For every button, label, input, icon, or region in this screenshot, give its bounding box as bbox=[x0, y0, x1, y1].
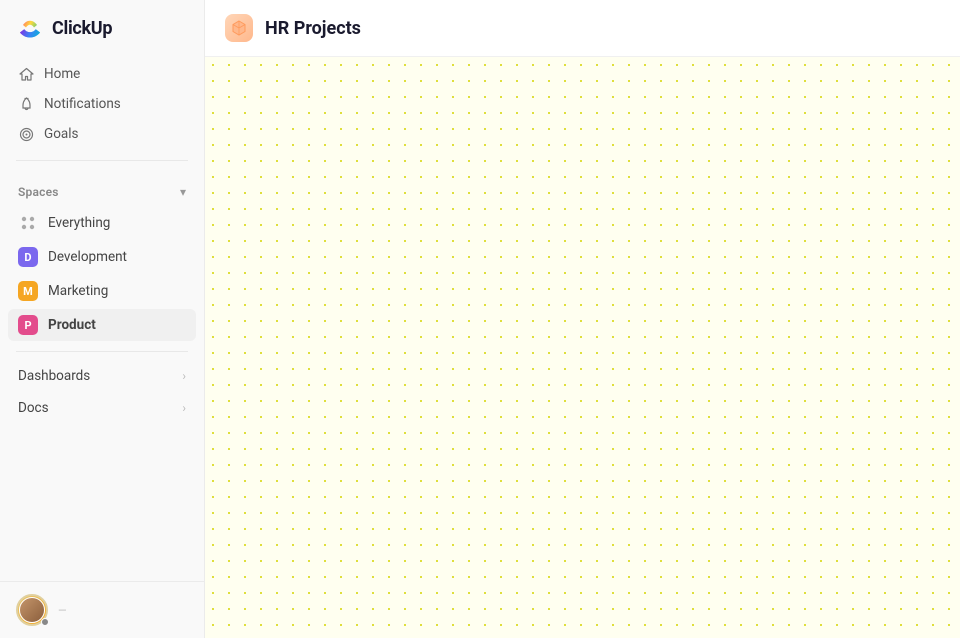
dashboards-chevron-icon: › bbox=[182, 369, 186, 383]
sidebar-item-notifications[interactable]: Notifications bbox=[8, 90, 196, 118]
bell-icon bbox=[18, 96, 34, 112]
main-body bbox=[205, 57, 960, 638]
divider-1 bbox=[16, 160, 188, 161]
sidebar-item-everything-label: Everything bbox=[48, 215, 110, 231]
sidebar-item-development[interactable]: D Development bbox=[8, 241, 196, 273]
page-icon bbox=[225, 14, 253, 42]
dashboards-label: Dashboards bbox=[18, 368, 90, 384]
sidebar-item-dashboards[interactable]: Dashboards › bbox=[0, 360, 204, 392]
home-icon bbox=[18, 66, 34, 82]
sidebar-item-marketing-label: Marketing bbox=[48, 283, 108, 299]
docs-chevron-icon: › bbox=[182, 401, 186, 415]
development-avatar: D bbox=[18, 247, 38, 267]
divider-2 bbox=[16, 351, 188, 352]
user-chevron-icon: — bbox=[58, 604, 67, 617]
page-title: HR Projects bbox=[265, 18, 361, 39]
main-content: HR Projects bbox=[205, 0, 960, 638]
sidebar-item-docs[interactable]: Docs › bbox=[0, 392, 204, 424]
sidebar-item-product[interactable]: P Product bbox=[8, 309, 196, 341]
spaces-chevron-icon: ▾ bbox=[180, 185, 186, 199]
spaces-label: Spaces bbox=[18, 185, 59, 199]
sidebar-item-development-label: Development bbox=[48, 249, 127, 265]
sidebar-item-product-label: Product bbox=[48, 317, 96, 333]
status-dot bbox=[41, 618, 49, 626]
sidebar-item-notifications-label: Notifications bbox=[44, 96, 121, 112]
spaces-list: Everything D Development M Marketing P P… bbox=[0, 205, 204, 343]
marketing-avatar: M bbox=[18, 281, 38, 301]
target-icon bbox=[18, 126, 34, 142]
logo-text: ClickUp bbox=[52, 18, 112, 39]
logo[interactable]: ClickUp bbox=[0, 0, 204, 56]
sidebar-item-home-label: Home bbox=[44, 66, 80, 82]
spaces-section-header[interactable]: Spaces ▾ bbox=[0, 173, 204, 205]
sidebar-item-everything[interactable]: Everything bbox=[8, 207, 196, 239]
main-header: HR Projects bbox=[205, 0, 960, 57]
clickup-logo-icon bbox=[16, 14, 44, 42]
avatar-container bbox=[16, 594, 48, 626]
product-avatar: P bbox=[18, 315, 38, 335]
sidebar: ClickUp Home Notifications Goals Spaces … bbox=[0, 0, 205, 638]
docs-label: Docs bbox=[18, 400, 49, 416]
sidebar-item-home[interactable]: Home bbox=[8, 60, 196, 88]
user-profile[interactable]: — bbox=[0, 581, 204, 638]
sidebar-nav: Home Notifications Goals bbox=[0, 56, 204, 152]
sidebar-item-goals-label: Goals bbox=[44, 126, 79, 142]
everything-icon bbox=[18, 213, 38, 233]
sidebar-item-goals[interactable]: Goals bbox=[8, 120, 196, 148]
sidebar-item-marketing[interactable]: M Marketing bbox=[8, 275, 196, 307]
